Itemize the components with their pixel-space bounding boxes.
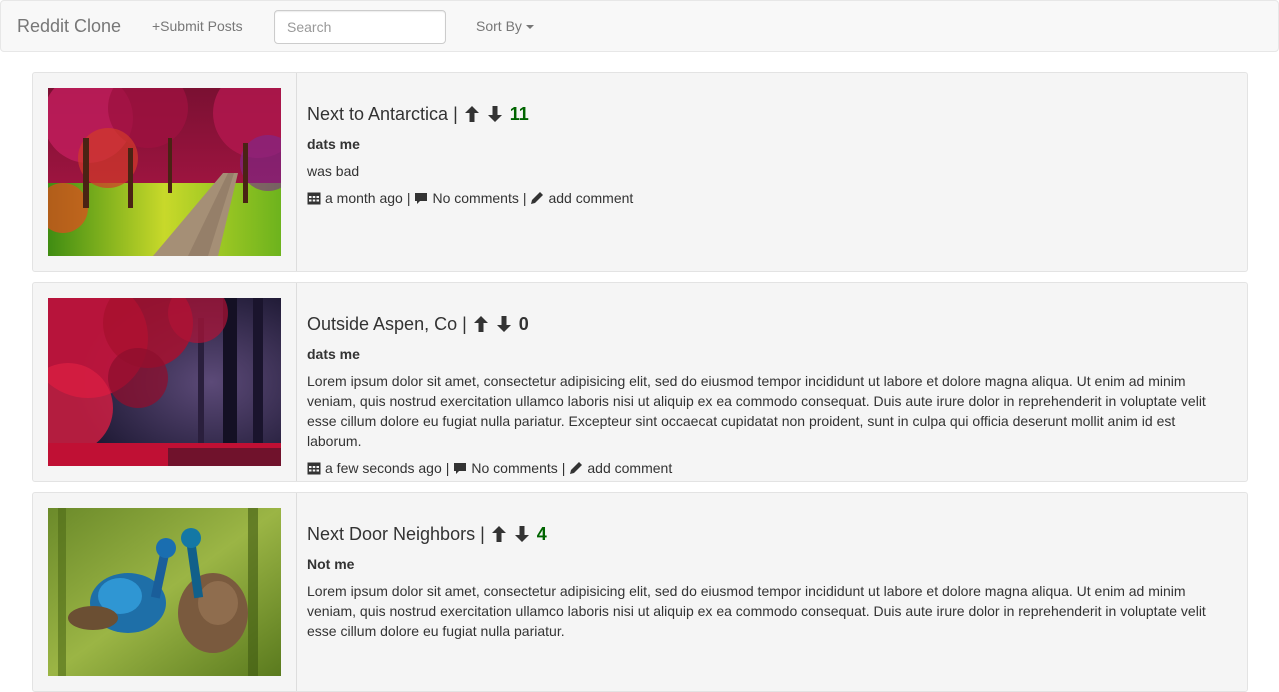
post-score: 11 [509, 104, 529, 124]
arrow-up-icon[interactable] [491, 525, 507, 543]
post-score: 0 [518, 314, 529, 334]
post-title[interactable]: Next to Antarctica [307, 101, 448, 127]
separator: | [522, 190, 527, 206]
post-body: was bad [307, 163, 360, 179]
separator: | [480, 524, 485, 544]
post-body: Lorem ipsum dolor sit amet, consectetur … [307, 583, 1206, 639]
search-input[interactable] [274, 10, 446, 44]
brand-link[interactable]: Reddit Clone [17, 16, 121, 37]
post-content: Next to Antarctica | 11 dats me was bad a… [307, 101, 1223, 208]
pencil-icon [570, 462, 583, 474]
caret-down-icon [525, 25, 534, 30]
comment-icon [454, 463, 467, 474]
add-comment-link[interactable]: add comment [548, 188, 633, 208]
red-forest-image[interactable] [48, 298, 281, 466]
post-thumbnail-cell [33, 493, 297, 691]
post-meta: a month ago | No comments | add comment [307, 188, 1223, 208]
post-content: Next Door Neighbors | 4 Not me Lorem ipsu… [307, 521, 1223, 641]
post-card: Next to Antarctica | 11 dats me was bad a… [32, 72, 1248, 272]
arrow-down-icon[interactable] [487, 105, 503, 123]
post-card: Outside Aspen, Co | 0 dats me Lorem ipsum… [32, 282, 1248, 482]
post-card: Next Door Neighbors | 4 Not me Lorem ipsu… [32, 492, 1248, 692]
calendar-icon [307, 462, 321, 475]
post-author: dats me [307, 136, 360, 152]
post-title[interactable]: Next Door Neighbors [307, 521, 475, 547]
forest-road-image[interactable] [48, 88, 281, 256]
separator: | [406, 190, 411, 206]
post-title-line: Next to Antarctica | 11 [307, 101, 1223, 127]
peacocks-image[interactable] [48, 508, 281, 676]
pencil-icon [531, 192, 544, 204]
calendar-icon [307, 192, 321, 205]
post-body: Lorem ipsum dolor sit amet, consectetur … [307, 373, 1206, 449]
separator: | [561, 460, 566, 476]
comments-link[interactable]: No comments [471, 458, 557, 478]
navbar: Reddit Clone +Submit Posts Sort By [0, 0, 1279, 52]
post-meta: a few seconds ago | No comments | add co… [307, 458, 1223, 478]
post-title-line: Outside Aspen, Co | 0 [307, 311, 1223, 337]
post-author: Not me [307, 556, 355, 572]
post-title-line: Next Door Neighbors | 4 [307, 521, 1223, 547]
add-comment-link[interactable]: add comment [587, 458, 672, 478]
arrow-down-icon[interactable] [514, 525, 530, 543]
arrow-up-icon[interactable] [464, 105, 480, 123]
post-title[interactable]: Outside Aspen, Co [307, 311, 457, 337]
post-author: dats me [307, 346, 360, 362]
arrow-up-icon[interactable] [473, 315, 489, 333]
post-time: a few seconds ago [325, 460, 442, 476]
separator: | [462, 314, 467, 334]
submit-posts-link[interactable]: +Submit Posts [152, 18, 243, 34]
sort-by-dropdown[interactable]: Sort By [476, 18, 534, 34]
arrow-down-icon[interactable] [496, 315, 512, 333]
post-time: a month ago [325, 190, 403, 206]
separator: | [453, 104, 458, 124]
separator: | [445, 460, 450, 476]
post-score: 4 [536, 524, 547, 544]
post-thumbnail-cell [33, 283, 297, 481]
comment-icon [415, 193, 428, 204]
post-content: Outside Aspen, Co | 0 dats me Lorem ipsum… [307, 311, 1223, 478]
sort-by-label: Sort By [476, 18, 522, 34]
comments-link[interactable]: No comments [432, 188, 518, 208]
post-thumbnail-cell [33, 73, 297, 271]
